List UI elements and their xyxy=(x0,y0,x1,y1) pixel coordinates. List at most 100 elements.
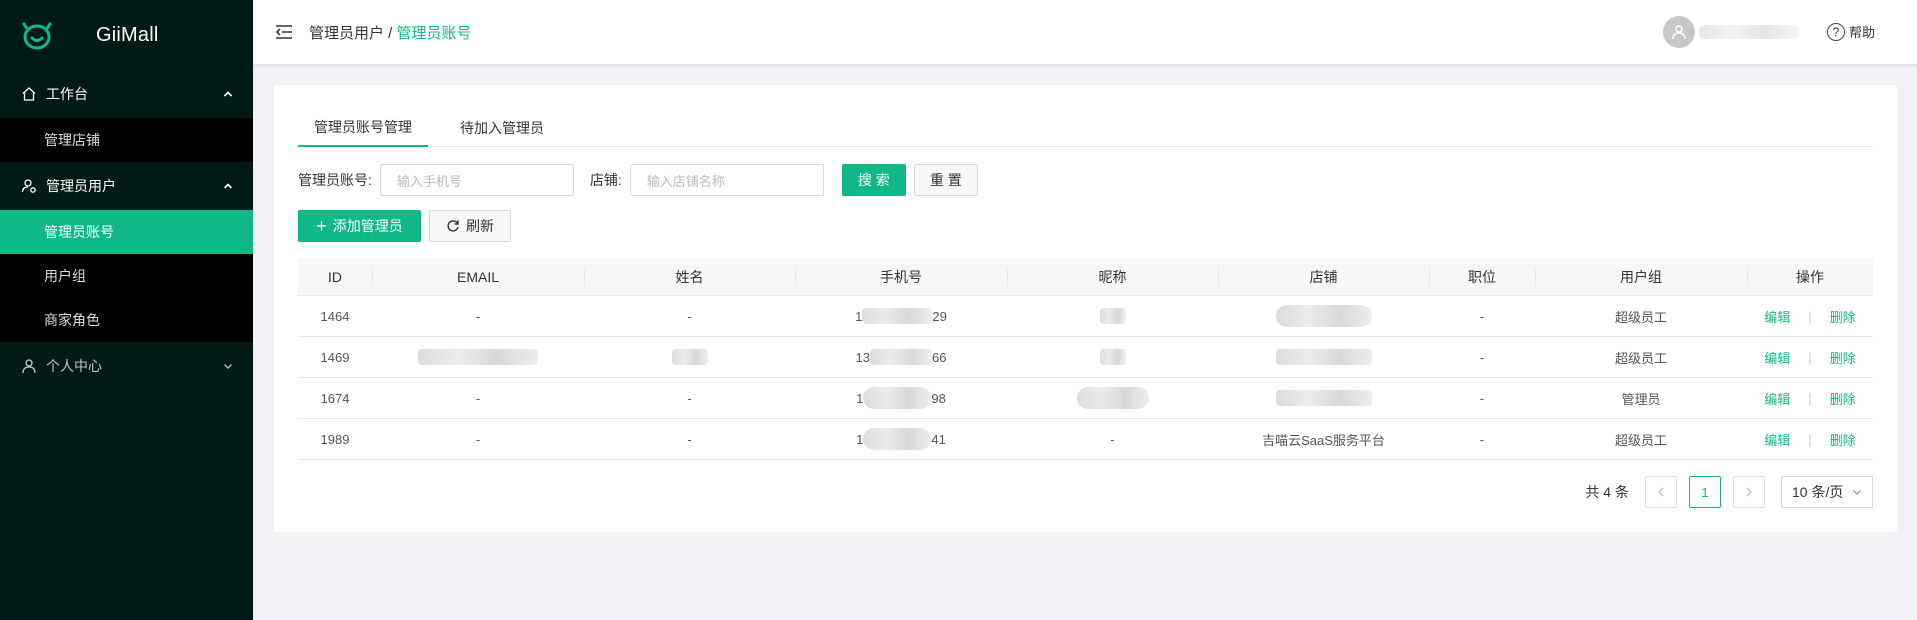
user-menu[interactable] xyxy=(1663,16,1799,48)
logo[interactable]: GiiMall xyxy=(0,0,253,70)
menu-personal-center[interactable]: 个人中心 xyxy=(0,342,253,390)
redacted-shop xyxy=(1275,390,1372,406)
menu-workbench[interactable]: 工作台 xyxy=(0,70,253,118)
refresh-label: 刷新 xyxy=(466,218,494,234)
submenu-workbench: 管理店铺 xyxy=(0,118,253,162)
table-row: 1674 - - 1 98 - 管理员 编辑 | 删除 xyxy=(298,378,1873,419)
cell-email: - xyxy=(475,308,481,324)
cell-id: 1464 xyxy=(320,308,350,324)
cell-operation: 编辑 | 删除 xyxy=(1747,419,1873,459)
next-page-button[interactable] xyxy=(1733,476,1765,508)
cell-phone: 13 66 xyxy=(795,337,1007,377)
cell-nickname: - xyxy=(1110,431,1115,447)
cell-name: - xyxy=(687,390,692,406)
chevron-down-icon xyxy=(1853,490,1861,495)
sidebar-item-merchant-role[interactable]: 商家角色 xyxy=(0,298,253,342)
phone-start: 1 xyxy=(856,390,864,406)
edit-link[interactable]: 编辑 xyxy=(1764,348,1790,367)
col-user-group: 用户组 xyxy=(1535,258,1747,295)
shop-search-input[interactable]: 输入店铺名称 xyxy=(629,164,824,196)
cell-operation: 编辑 | 删除 xyxy=(1747,337,1873,377)
home-icon xyxy=(20,85,38,103)
delete-link[interactable]: 删除 xyxy=(1830,348,1856,367)
delete-link[interactable]: 删除 xyxy=(1830,307,1856,326)
tab-admin-account-manage[interactable]: 管理员账号管理 xyxy=(298,109,428,147)
sidebar: GiiMall 工作台 管理店铺 管理员用户 管理员账号 用户组 商家角色 个人… xyxy=(0,0,253,620)
page-size-select[interactable]: 10 条/页 xyxy=(1781,476,1873,508)
help-label: 帮助 xyxy=(1848,25,1875,40)
cell-phone: 1 29 xyxy=(795,296,1007,336)
col-email: EMAIL xyxy=(372,258,584,295)
cell-id: 1989 xyxy=(320,431,350,447)
page-1-button[interactable]: 1 xyxy=(1689,476,1721,508)
redacted-name xyxy=(671,349,708,365)
help-link[interactable]: ? 帮助 xyxy=(1826,22,1875,41)
tab-pending-admins[interactable]: 待加入管理员 xyxy=(444,109,560,147)
cell-phone: 1 98 xyxy=(795,378,1007,418)
menu-personal-center-label: 个人中心 xyxy=(46,358,102,374)
col-nickname: 昵称 xyxy=(1007,258,1218,295)
edit-link[interactable]: 编辑 xyxy=(1764,307,1790,326)
edit-link[interactable]: 编辑 xyxy=(1764,430,1790,449)
sidebar-item-manage-shop[interactable]: 管理店铺 xyxy=(0,118,253,162)
breadcrumb: 管理员用户 / 管理员账号 xyxy=(309,22,472,43)
admin-table: ID EMAIL 姓名 手机号 昵称 店铺 职位 用户组 操作 1464 - -… xyxy=(298,258,1873,460)
cell-position: - xyxy=(1479,431,1485,447)
phone-start: 1 xyxy=(856,431,864,447)
redacted-email xyxy=(418,349,538,365)
cell-nickname xyxy=(1007,378,1218,418)
table-row: 1469 13 66 - 超级员工 编辑 | 删除 xyxy=(298,337,1873,378)
page-size-label: 10 条/页 xyxy=(1792,484,1844,500)
cell-nickname xyxy=(1007,337,1218,377)
breadcrumb-current: 管理员账号 xyxy=(396,24,472,42)
chevron-up-icon xyxy=(223,91,233,97)
phone-start: 13 xyxy=(855,349,870,365)
menu-group-personal-center: 个人中心 xyxy=(0,342,253,390)
avatar[interactable] xyxy=(1663,16,1695,48)
table-row: 1989 - - 1 41 - 吉喵云SaaS服务平台 - 超级员工 编辑 | 删除 xyxy=(298,419,1873,460)
account-filter-label: 管理员账号: xyxy=(298,172,372,188)
add-admin-button[interactable]: + 添加管理员 xyxy=(298,210,421,242)
cell-name: - xyxy=(687,308,692,324)
prev-page-button[interactable] xyxy=(1645,476,1677,508)
phone-end: 98 xyxy=(931,390,946,406)
phone-search-input[interactable]: 输入手机号 xyxy=(379,164,574,196)
redacted-shop xyxy=(1275,349,1372,365)
question-icon: ? xyxy=(1826,22,1845,41)
menu-workbench-label: 工作台 xyxy=(46,86,88,102)
refresh-button[interactable]: 刷新 xyxy=(429,210,511,242)
col-position: 职位 xyxy=(1429,258,1535,295)
cell-shop xyxy=(1218,337,1429,377)
redacted-nickname xyxy=(1076,387,1149,409)
filter-bar: 管理员账号: 输入手机号 店铺: 输入店铺名称 搜 索 重 置 xyxy=(298,164,978,196)
cell-email: - xyxy=(475,431,481,447)
menu-admin-users[interactable]: 管理员用户 xyxy=(0,162,253,210)
menu-fold-icon[interactable] xyxy=(275,22,295,42)
phone-start: 1 xyxy=(855,308,863,324)
col-shop: 店铺 xyxy=(1218,258,1429,295)
shop-filter-label: 店铺: xyxy=(589,172,622,188)
add-admin-label: 添加管理员 xyxy=(332,218,403,234)
cell-name: - xyxy=(687,431,692,447)
reset-button[interactable]: 重 置 xyxy=(913,164,978,196)
edit-link[interactable]: 编辑 xyxy=(1764,389,1790,408)
cell-email xyxy=(372,337,584,377)
sidebar-item-user-group[interactable]: 用户组 xyxy=(0,254,253,298)
op-separator: | xyxy=(1808,349,1812,365)
sidebar-item-admin-account[interactable]: 管理员账号 xyxy=(0,210,253,254)
top-header: 管理员用户 / 管理员账号 ? 帮助 xyxy=(253,0,1917,64)
search-button[interactable]: 搜 索 xyxy=(841,164,906,196)
delete-link[interactable]: 删除 xyxy=(1830,389,1856,408)
cell-user-group: 超级员工 xyxy=(1614,432,1667,448)
redacted-nickname xyxy=(1099,308,1126,324)
delete-link[interactable]: 删除 xyxy=(1830,430,1856,449)
cell-id: 1674 xyxy=(320,390,350,406)
breadcrumb-parent[interactable]: 管理员用户 / xyxy=(309,25,397,42)
chevron-left-icon xyxy=(1658,487,1664,497)
cell-shop xyxy=(1218,296,1429,336)
cell-user-group: 管理员 xyxy=(1621,391,1661,407)
cell-user-group: 超级员工 xyxy=(1614,309,1667,325)
cell-shop: 吉喵云SaaS服务平台 xyxy=(1262,432,1385,448)
total-count: 共 4 条 xyxy=(1585,484,1629,500)
col-id: ID xyxy=(328,268,342,285)
